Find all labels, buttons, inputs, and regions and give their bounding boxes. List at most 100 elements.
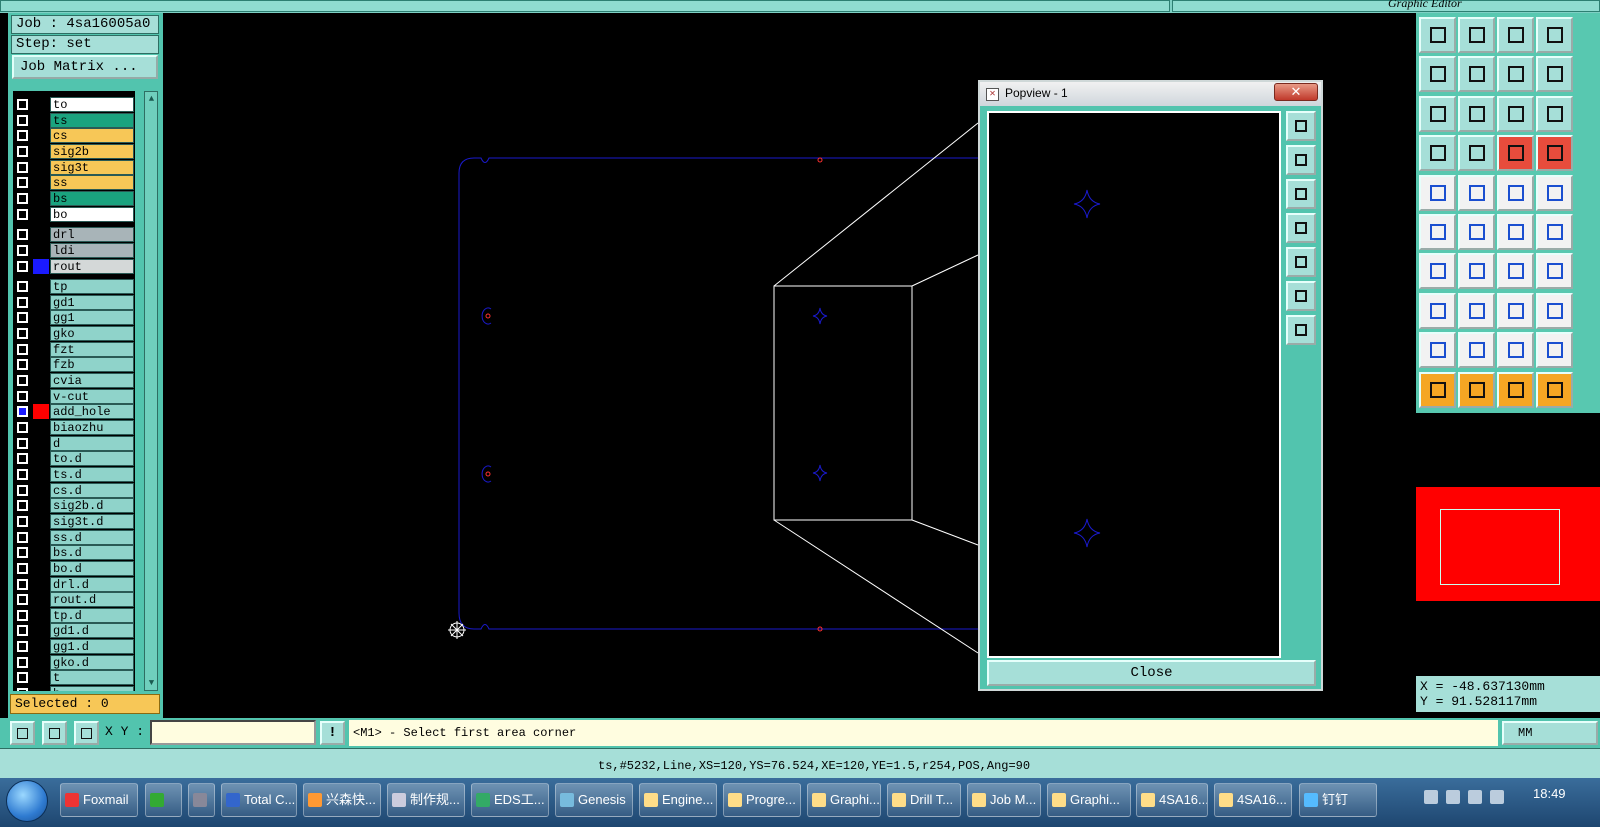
layer-row[interactable]: rout.d (13, 592, 135, 608)
taskbar-item[interactable]: 制作规... (387, 783, 465, 817)
layer-row[interactable]: sig2b (13, 143, 135, 159)
measure-mode-button[interactable] (42, 721, 67, 745)
scroll-up-arrow-icon[interactable]: ▲ (146, 93, 157, 105)
layer-row[interactable]: biaozhu (13, 420, 135, 435)
popview-fit-button[interactable] (1286, 281, 1316, 311)
tool-button-8-1[interactable] (1458, 332, 1495, 369)
layer-row[interactable]: fzt (13, 341, 135, 357)
taskbar-item[interactable]: Job M... (967, 783, 1041, 817)
popview-close-button[interactable]: Close (987, 660, 1316, 686)
layer-checkbox[interactable] (17, 359, 28, 371)
layer-color-swatch[interactable] (33, 435, 49, 451)
layer-row[interactable]: sig3t.d (13, 513, 135, 529)
snap-mode-button[interactable] (10, 721, 35, 745)
xy-input[interactable] (150, 720, 316, 745)
layer-checkbox[interactable] (17, 296, 28, 308)
tool-button-9-1[interactable] (1458, 371, 1495, 408)
layer-list[interactable]: to ts cs sig2b sig3t ss bs bo drl ldi rout tp gd1 gg1… (13, 91, 135, 691)
popview-pan-down-button[interactable] (1286, 179, 1316, 209)
layer-name[interactable]: h (50, 686, 134, 691)
tool-button-2-2[interactable] (1497, 95, 1534, 132)
layer-checkbox[interactable] (17, 390, 28, 402)
tool-button-2-0[interactable] (1419, 95, 1456, 132)
layer-row[interactable]: cs (13, 128, 135, 144)
layer-color-swatch[interactable] (33, 341, 49, 357)
layer-row[interactable]: tp (13, 279, 135, 295)
layer-checkbox[interactable] (17, 641, 28, 653)
tool-button-0-3[interactable] (1536, 17, 1573, 53)
layer-row[interactable]: bo.d (13, 560, 135, 576)
layer-color-swatch[interactable] (33, 206, 49, 222)
layer-name[interactable]: sig2b.d (50, 498, 134, 514)
layer-checkbox[interactable] (17, 672, 28, 684)
layer-checkbox[interactable] (17, 468, 28, 480)
tool-button-1-0[interactable] (1419, 56, 1456, 93)
layer-row[interactable]: ts (13, 112, 135, 128)
layer-checkbox[interactable] (17, 422, 28, 433)
layer-checkbox[interactable] (17, 594, 28, 606)
layer-name[interactable]: biaozhu (50, 420, 134, 435)
layer-checkbox[interactable] (17, 437, 28, 449)
taskbar-item[interactable]: 兴森快... (303, 783, 381, 817)
layer-checkbox[interactable] (17, 260, 28, 272)
tray-keyboard-icon[interactable] (1424, 790, 1438, 804)
taskbar-clock[interactable]: 18:49 (1533, 786, 1566, 801)
layer-checkbox[interactable] (17, 312, 28, 324)
layer-checkbox[interactable] (17, 547, 28, 559)
tray-network-icon[interactable] (1468, 790, 1482, 804)
layer-name[interactable]: ts (50, 112, 134, 128)
layer-row[interactable]: cs.d (13, 482, 135, 498)
layer-name[interactable]: sig2b (50, 143, 134, 159)
layer-checkbox[interactable] (17, 99, 28, 110)
taskbar-item[interactable]: Genesis (555, 783, 633, 817)
layer-row[interactable]: fzb (13, 357, 135, 373)
taskbar-item[interactable]: 4SA16... (1136, 783, 1208, 817)
layer-name[interactable]: fzb (50, 357, 134, 373)
tool-button-3-1[interactable] (1458, 135, 1495, 172)
layer-color-swatch[interactable] (33, 576, 49, 592)
tool-button-0-2[interactable] (1497, 17, 1534, 53)
layer-color-swatch[interactable] (33, 529, 49, 545)
layer-row[interactable]: ss (13, 175, 135, 191)
taskbar-item[interactable]: 钉钉 (1299, 783, 1377, 817)
layer-checkbox[interactable] (17, 531, 28, 543)
tool-button-8-3[interactable] (1536, 332, 1573, 369)
layer-color-swatch[interactable] (33, 623, 49, 639)
layer-row[interactable]: gko.d (13, 654, 135, 670)
layer-name[interactable]: to.d (50, 451, 134, 467)
layer-checkbox[interactable] (17, 229, 28, 241)
layer-checkbox[interactable] (17, 177, 28, 189)
layer-color-swatch[interactable] (33, 498, 49, 514)
layer-color-swatch[interactable] (33, 388, 49, 404)
layer-color-swatch[interactable] (33, 175, 49, 191)
scroll-down-arrow-icon[interactable]: ▼ (146, 677, 157, 689)
layer-row[interactable]: rout (13, 258, 135, 274)
layer-checkbox[interactable] (17, 609, 28, 621)
layer-checkbox[interactable] (17, 406, 28, 418)
layer-checkbox[interactable] (17, 208, 28, 220)
taskbar-item[interactable]: Foxmail (60, 783, 138, 817)
taskbar-item[interactable]: Graphi... (1047, 783, 1131, 817)
close-icon[interactable]: ✕ (1274, 83, 1318, 101)
layer-row[interactable]: t (13, 670, 135, 686)
tool-button-5-1[interactable] (1458, 214, 1495, 250)
taskbar-item[interactable] (145, 783, 182, 817)
popview-pan-right-button[interactable] (1286, 247, 1316, 277)
tool-button-4-0[interactable] (1419, 174, 1456, 211)
tool-button-1-1[interactable] (1458, 56, 1495, 93)
layer-name[interactable]: v-cut (50, 388, 134, 404)
popview-viewport[interactable] (987, 111, 1281, 658)
layer-color-swatch[interactable] (33, 545, 49, 561)
tool-button-5-2[interactable] (1497, 214, 1534, 250)
taskbar-item[interactable] (188, 783, 215, 817)
layer-color-swatch[interactable] (33, 482, 49, 498)
layer-name[interactable]: bo.d (50, 560, 134, 576)
layer-row[interactable]: ss.d (13, 529, 135, 545)
layer-name[interactable]: cs (50, 128, 134, 144)
tray-volume-icon[interactable] (1490, 790, 1504, 804)
layer-name[interactable]: ts.d (50, 466, 134, 482)
layer-row[interactable]: gd1.d (13, 623, 135, 639)
tool-button-4-3[interactable] (1536, 174, 1573, 211)
taskbar-item[interactable]: Total C... (221, 783, 297, 817)
layer-row[interactable]: gd1 (13, 294, 135, 310)
